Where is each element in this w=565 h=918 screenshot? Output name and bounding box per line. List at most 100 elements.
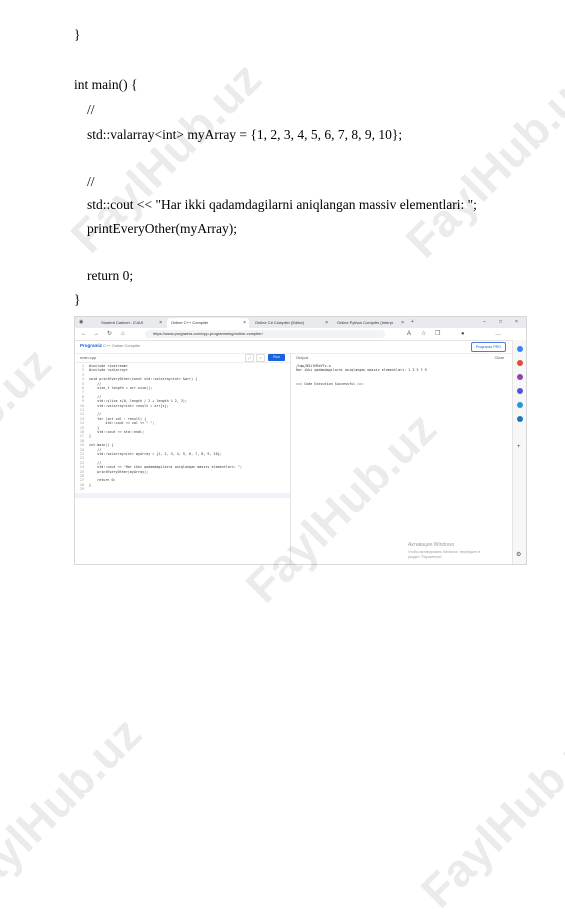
browser-menu-icon: ◉ — [79, 319, 84, 325]
search-icon[interactable] — [517, 346, 523, 352]
editor-code-line: std::cout << val << " "; — [89, 421, 155, 426]
output-line: Har ikki qadamdagilarni aniqlangan massi… — [296, 368, 427, 373]
tab-label: Online C++ Compiler — [171, 320, 209, 325]
editor-code-line: // — [89, 394, 102, 399]
tab-label: Online C# Compiler (Editor) — [255, 320, 305, 325]
new-tab-icon[interactable]: + — [411, 318, 414, 327]
tab-student-cabinet[interactable]: Student Cabinet - EJAS × — [97, 318, 165, 328]
line-number: 18 — [79, 438, 84, 443]
activation-title: Активация Windows — [408, 542, 455, 548]
line-number: 9 — [81, 399, 84, 404]
editor-code-line: #include <iostream> — [89, 364, 128, 368]
line-number: 29 — [79, 487, 84, 492]
output-title: Output — [296, 355, 309, 360]
code-line: int main() { — [74, 77, 138, 92]
activation-text: раздел "Параметры". — [408, 555, 444, 559]
run-button[interactable]: Run — [268, 354, 285, 361]
back-icon[interactable]: ← — [81, 329, 87, 339]
home-icon[interactable]: ⌂ — [121, 329, 125, 339]
maximize-icon[interactable]: □ — [499, 318, 502, 327]
more-icon[interactable]: … — [495, 329, 501, 339]
line-number: 6 — [81, 386, 84, 390]
watermark: FaylHub.uz — [410, 707, 565, 918]
collections-icon[interactable]: ❐ — [435, 329, 440, 339]
line-number: 4 — [81, 377, 84, 382]
editor-code-line: std::valarray<int> result = arr[s]; — [89, 403, 169, 408]
code-line: } — [74, 27, 81, 42]
line-number: 25 — [79, 469, 84, 474]
line-number: 27 — [79, 478, 84, 483]
line-number: 10 — [79, 403, 84, 408]
editor-code-line: // — [89, 447, 102, 452]
clear-button[interactable]: Clear — [494, 355, 504, 360]
editor-code-line: } — [89, 482, 92, 487]
editor-code-line: void printEveryOther(const std::valarray… — [89, 377, 198, 382]
add-icon[interactable]: + — [517, 442, 521, 452]
line-number: 14 — [79, 421, 84, 426]
line-number: 19 — [79, 443, 84, 448]
shopping-icon[interactable] — [517, 360, 523, 366]
tab-cpp-compiler[interactable]: Online C++ Compiler × — [167, 318, 249, 328]
tab-csharp-compiler[interactable]: Online C# Compiler (Editor) × — [251, 318, 331, 328]
editor-code-line: std::cout << std::endl; — [89, 430, 145, 434]
profile-icon[interactable]: ● — [461, 329, 465, 339]
code-editor[interactable]: main.cpp ⤢ ☼ Run 1 2 3 4 5 6 7 8 9 10 11 12 13 14 15 16… — [75, 353, 291, 564]
url-text: https://www.programiz.com/cpp-programmin… — [153, 331, 263, 336]
line-number: 7 — [81, 390, 84, 395]
close-window-icon[interactable]: × — [515, 318, 518, 327]
tab-label: Online Python Compiler (Interpr — [337, 320, 394, 325]
url-field[interactable]: https://www.programiz.com/cpp-programmin… — [145, 330, 385, 338]
close-icon[interactable]: × — [243, 318, 246, 328]
line-number: 1 — [81, 364, 84, 368]
line-number: 5 — [81, 381, 84, 386]
reload-icon[interactable]: ↻ — [107, 329, 112, 339]
fullscreen-icon[interactable]: ⤢ — [245, 354, 254, 362]
programiz-pro-button[interactable]: Programiz PRO — [470, 342, 506, 352]
settings-icon[interactable]: ⚙ — [516, 550, 521, 560]
watermark: FaylHub.uz — [395, 57, 565, 268]
line-number: 28 — [79, 482, 84, 487]
read-aloud-icon[interactable]: A — [407, 329, 411, 339]
programiz-logo[interactable]: Programiz — [80, 343, 102, 348]
editor-code-line: } — [89, 434, 92, 439]
theme-icon[interactable]: ☼ — [256, 354, 265, 362]
line-number: 24 — [79, 465, 84, 470]
line-number: 21 — [79, 452, 84, 456]
output-line: === Code Execution Successful === — [296, 381, 364, 386]
code-line: std::valarray<int> myArray = {1, 2, 3, 4… — [87, 127, 403, 142]
line-number: 11 — [79, 408, 84, 412]
tab-python-compiler[interactable]: Online Python Compiler (Interpr × — [333, 318, 407, 328]
code-line: std::cout << "Har ikki qadamdagilarni an… — [87, 197, 477, 212]
line-number: 15 — [79, 425, 84, 430]
games-icon[interactable] — [517, 388, 523, 394]
favorite-icon[interactable]: ☆ — [421, 329, 426, 339]
tab-label: Student Cabinet - EJAS — [101, 320, 144, 325]
code-line: printEveryOther(myArray); — [87, 221, 237, 236]
close-icon[interactable]: × — [401, 318, 404, 328]
watermark: FaylHub.uz — [0, 707, 151, 918]
line-number: 16 — [79, 430, 84, 434]
close-icon[interactable]: × — [325, 318, 328, 328]
app-header: Programiz C++ Online Compiler Programiz … — [75, 340, 512, 354]
output-panel: Output Clear /tmp/N3ilH9eVTx.o Har ikki q… — [291, 353, 512, 564]
output-line: /tmp/N3ilH9eVTx.o — [296, 364, 331, 368]
browser-tab-bar: ◉ Student Cabinet - EJAS × Online C++ Co… — [75, 317, 526, 328]
editor-code-line: // — [89, 460, 102, 465]
line-number: 23 — [79, 460, 84, 465]
line-number: 20 — [79, 447, 84, 452]
activation-text: Чтобы активировать Windows, перейдите в — [408, 550, 481, 554]
tools-icon[interactable] — [517, 374, 523, 380]
line-number: 26 — [79, 474, 84, 478]
outlook-icon[interactable] — [517, 416, 523, 422]
breadcrumb: C++ Online Compiler — [103, 343, 141, 348]
minimize-icon[interactable]: – — [483, 318, 486, 327]
editor-code-line: std::cout << "Har ikki qadamdagilarni an… — [89, 465, 243, 470]
forward-icon[interactable]: → — [93, 329, 99, 339]
active-line-highlight — [75, 493, 290, 498]
line-number: 3 — [81, 372, 84, 377]
office-icon[interactable] — [517, 402, 523, 408]
close-icon[interactable]: × — [159, 318, 162, 328]
line-number: 12 — [79, 412, 84, 417]
line-number: 13 — [79, 416, 84, 421]
editor-code-line: std::slice s(0, length / 2 + length % 2,… — [89, 399, 187, 404]
